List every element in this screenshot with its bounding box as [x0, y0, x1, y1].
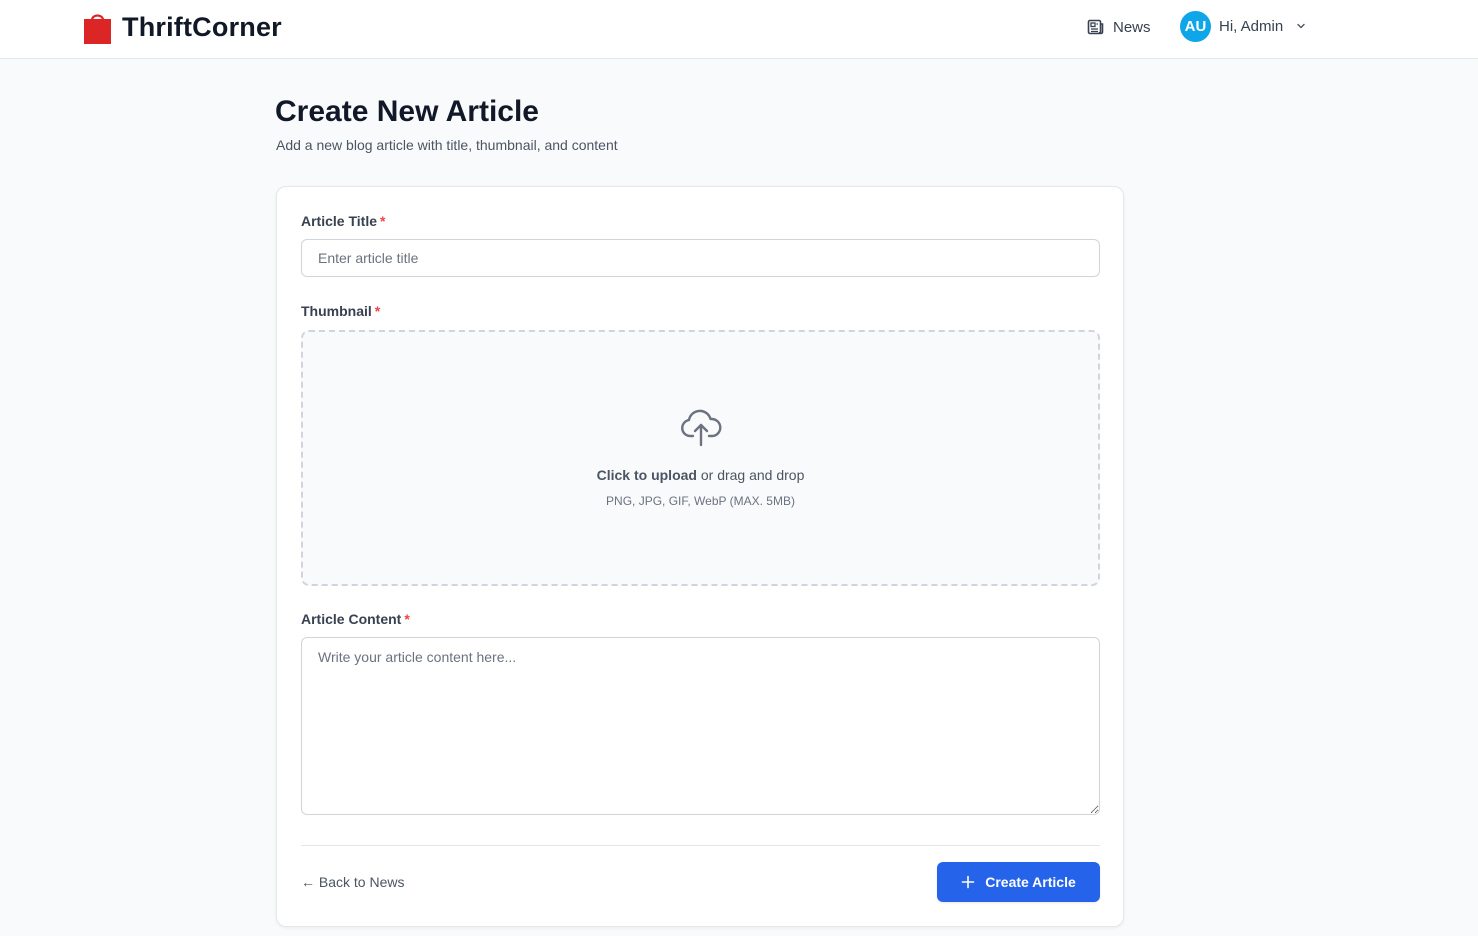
chevron-down-icon	[1297, 23, 1305, 29]
page-subtitle: Add a new blog article with title, thumb…	[276, 137, 618, 153]
nav-news-link[interactable]: News	[1087, 15, 1151, 39]
required-mark: *	[374, 303, 381, 319]
brand-name: ThriftCorner	[122, 11, 282, 42]
newspaper-icon	[1087, 19, 1104, 35]
upload-rest-text: or drag and drop	[696, 467, 805, 483]
plus-icon	[961, 875, 975, 889]
required-mark: *	[380, 213, 386, 229]
back-to-news-link[interactable]: ← Back to News	[301, 874, 404, 890]
page-title: Create New Article	[275, 95, 539, 128]
user-greeting: Hi, Admin	[1219, 17, 1284, 35]
upload-instructions: Click to upload or drag and drop	[303, 467, 1098, 483]
thumbnail-dropzone[interactable]: Click to upload or drag and drop PNG, JP…	[301, 330, 1100, 586]
back-to-news-label: ← Back to News	[301, 874, 405, 890]
brand-logo[interactable]: ThriftCorner	[83, 10, 282, 44]
avatar: AU	[1180, 10, 1211, 42]
article-form-card: Article Title* Thumbnail* Click to uploa…	[276, 186, 1124, 927]
nav-news-label: News	[1113, 18, 1151, 36]
create-article-button[interactable]: Create Article	[937, 862, 1100, 902]
shopping-bag-icon	[84, 13, 111, 44]
cloud-upload-icon	[681, 409, 722, 447]
required-mark: *	[404, 611, 410, 627]
create-article-label: Create Article	[985, 874, 1076, 890]
thumbnail-label-text: Thumbnail	[301, 303, 372, 319]
article-title-label-text: Article Title	[301, 213, 377, 229]
article-title-label: Article Title *	[301, 213, 385, 229]
article-title-input[interactable]	[301, 239, 1100, 277]
article-content-label: Article Content *	[301, 611, 410, 627]
user-menu[interactable]: AU Hi, Admin	[1180, 10, 1307, 42]
article-content-label-text: Article Content	[301, 611, 402, 627]
top-navbar: ThriftCorner News AU Hi, Admin	[0, 0, 1478, 59]
form-divider	[301, 845, 1100, 846]
upload-strong-text: Click to upload	[596, 467, 697, 483]
article-content-textarea[interactable]	[301, 637, 1100, 815]
upload-format-hint: PNG, JPG, GIF, WebP (MAX. 5MB)	[606, 494, 795, 508]
thumbnail-label: Thumbnail *	[301, 303, 380, 319]
